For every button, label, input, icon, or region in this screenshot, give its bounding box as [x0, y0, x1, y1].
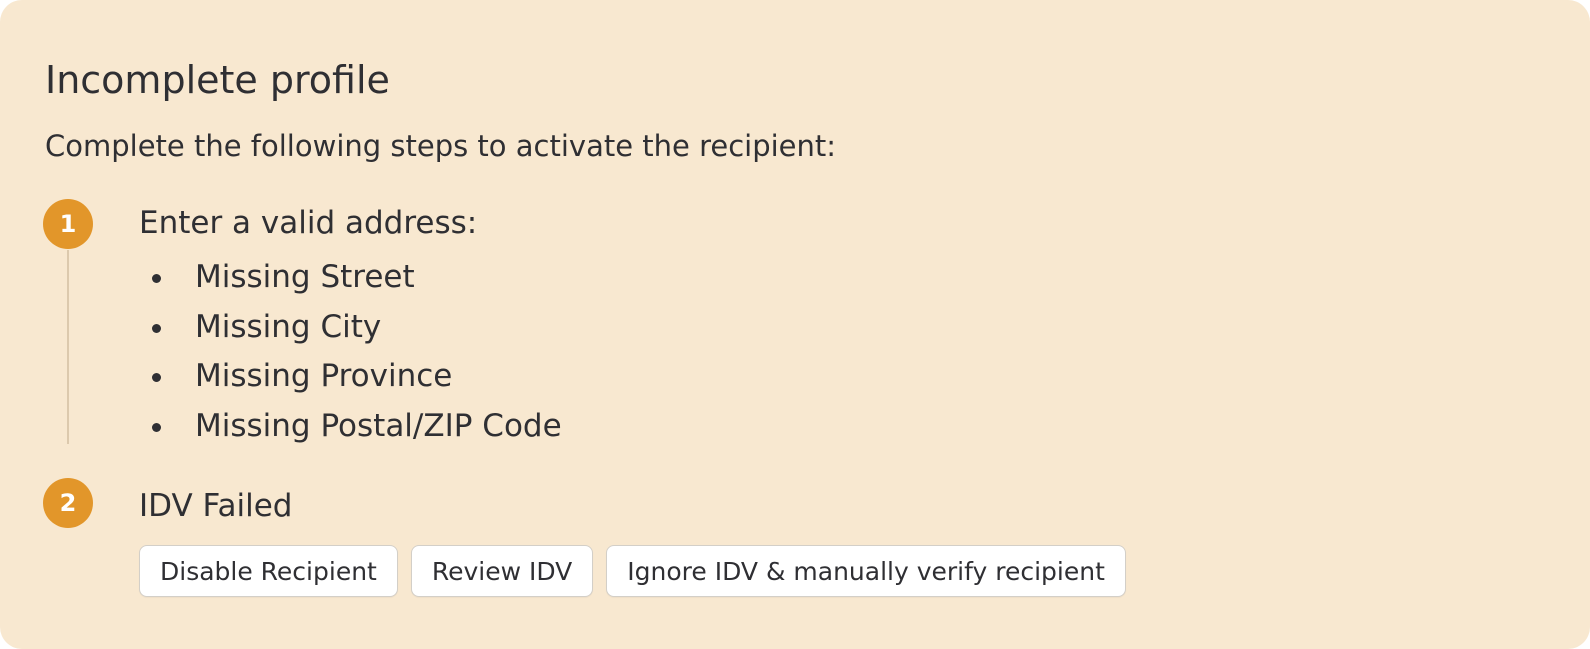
bullet-icon [152, 373, 161, 382]
list-item: Missing Postal/ZIP Code [139, 402, 562, 452]
bullet-icon [152, 274, 161, 283]
disable-recipient-button[interactable]: Disable Recipient [139, 545, 398, 597]
list-item: Missing Province [139, 352, 562, 402]
list-item: Missing City [139, 303, 562, 353]
bullet-icon [152, 323, 161, 333]
step-connector-line [67, 250, 69, 444]
list-item-label: Missing City [195, 308, 382, 345]
panel-subtitle: Complete the following steps to activate… [45, 129, 837, 163]
list-item: Missing Street [139, 253, 562, 303]
step-2-number-badge: 2 [43, 478, 93, 528]
review-idv-button[interactable]: Review IDV [410, 545, 594, 597]
step-2-title: IDV Failed [139, 488, 293, 524]
step-1-number-badge: 1 [43, 199, 93, 249]
step-1-title: Enter a valid address: [139, 205, 478, 241]
idv-actions: Disable Recipient Review IDV Ignore IDV … [139, 545, 1126, 597]
incomplete-profile-panel: Incomplete profile Complete the followin… [0, 0, 1590, 649]
list-item-label: Missing Street [195, 259, 415, 295]
bullet-icon [152, 422, 161, 432]
panel-title: Incomplete profile [45, 58, 390, 102]
missing-address-fields-list: Missing Street Missing City Missing Prov… [139, 253, 562, 451]
ignore-idv-verify-button[interactable]: Ignore IDV & manually verify recipient [606, 545, 1126, 597]
list-item-label: Missing Province [195, 358, 453, 394]
list-item-label: Missing Postal/ZIP Code [195, 407, 562, 444]
